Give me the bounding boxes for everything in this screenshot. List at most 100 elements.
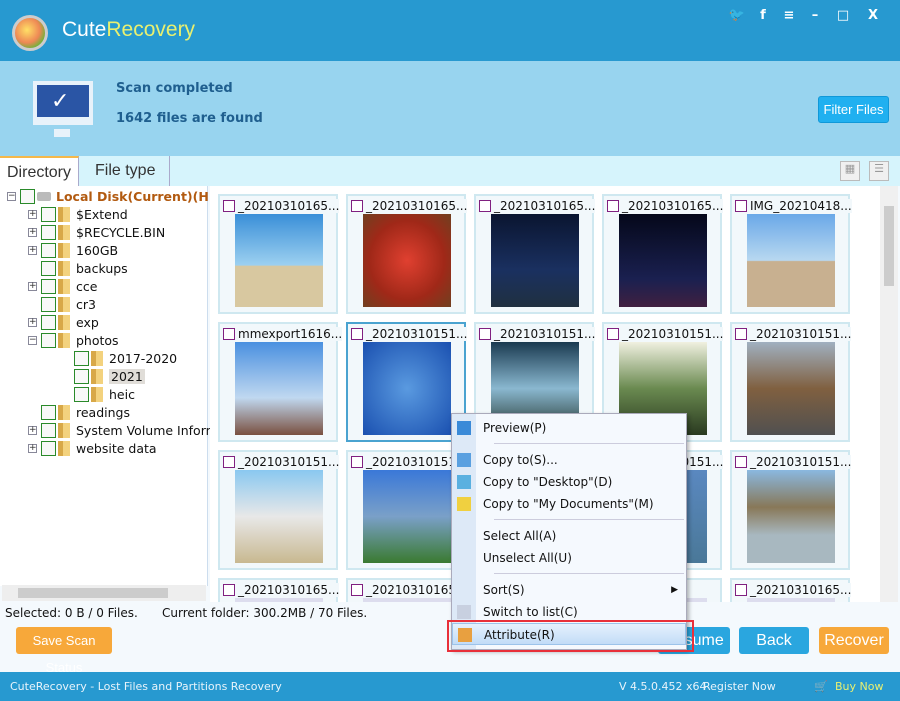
expand-toggle[interactable]: +	[28, 443, 37, 453]
twitter-icon[interactable]: 🐦	[726, 8, 748, 28]
checkbox[interactable]	[41, 332, 56, 348]
highlight-annotation	[447, 620, 694, 652]
checkbox[interactable]	[41, 314, 56, 330]
file-checkbox[interactable]	[223, 328, 235, 340]
checkbox[interactable]	[41, 296, 56, 312]
file-thumbnail[interactable]: _20210310165...	[602, 194, 724, 314]
file-thumbnail[interactable]: _20210310165...	[218, 578, 340, 602]
tab-directory[interactable]: Directory	[0, 156, 80, 186]
file-checkbox[interactable]	[479, 200, 491, 212]
buy-now-link[interactable]: Buy Now	[835, 672, 883, 701]
checkbox[interactable]	[41, 242, 56, 258]
checkbox[interactable]	[74, 350, 89, 366]
menu-item[interactable]: Sort(S) ▶	[452, 579, 686, 601]
tree-item[interactable]: + cce	[28, 277, 97, 295]
tree-item[interactable]: + website data	[28, 439, 157, 457]
checkbox[interactable]	[41, 224, 56, 240]
file-thumbnail[interactable]: _20210310151...	[346, 450, 468, 570]
file-thumbnail[interactable]: mmexport1616...	[218, 322, 343, 442]
tree-item[interactable]: + $RECYCLE.BIN	[28, 223, 165, 241]
checkbox[interactable]	[41, 440, 56, 456]
file-thumbnail[interactable]: _20210310151...	[346, 322, 468, 442]
expand-toggle[interactable]: +	[28, 227, 37, 237]
file-checkbox[interactable]	[223, 200, 235, 212]
footer-app-description: CuteRecovery - Lost Files and Partitions…	[10, 680, 282, 693]
expand-toggle[interactable]: +	[28, 281, 37, 291]
list-view-icon[interactable]: ☰	[869, 161, 889, 181]
file-thumbnail[interactable]: _20210310165...	[730, 578, 852, 602]
tab-file-type[interactable]: File type	[88, 156, 170, 186]
minimize-icon[interactable]: –	[804, 8, 826, 28]
file-thumbnail[interactable]: _20210310151...	[730, 322, 852, 442]
file-checkbox[interactable]	[735, 584, 747, 596]
thumbnail-view-icon[interactable]: ▦	[840, 161, 860, 181]
save-scan-status-button[interactable]: Save Scan Status	[16, 627, 112, 675]
menu-item[interactable]: Copy to(S)...	[452, 449, 686, 471]
checkbox[interactable]	[41, 404, 56, 420]
file-thumbnail[interactable]: _20210310151...	[730, 450, 852, 570]
file-checkbox[interactable]	[351, 584, 363, 596]
checkbox[interactable]	[74, 368, 89, 384]
filter-files-button[interactable]: Filter Files	[818, 96, 889, 123]
menu-icon[interactable]: ≡	[778, 8, 800, 28]
file-checkbox[interactable]	[479, 328, 491, 340]
expand-toggle[interactable]: +	[28, 317, 37, 327]
tree-root[interactable]: − Local Disk(Current)(H:)	[7, 187, 220, 205]
tree-item[interactable]: + exp	[28, 313, 99, 331]
file-checkbox[interactable]	[735, 328, 747, 340]
file-checkbox[interactable]	[735, 456, 747, 468]
files-found-count: 1642 files are found	[116, 111, 263, 126]
expand-toggle[interactable]: +	[28, 245, 37, 255]
facebook-icon[interactable]: f	[752, 8, 774, 28]
file-thumbnail[interactable]: _20210310165...	[346, 194, 468, 314]
tree-item[interactable]: readings	[28, 403, 130, 421]
tree-horizontal-scrollbar[interactable]	[2, 585, 206, 601]
expand-toggle[interactable]: −	[28, 335, 37, 345]
tree-item[interactable]: cr3	[28, 295, 96, 313]
menu-item[interactable]: Unselect All(U)	[452, 547, 686, 569]
photo-preview	[491, 214, 579, 307]
file-checkbox[interactable]	[607, 200, 619, 212]
menu-item[interactable]: Copy to "Desktop"(D)	[452, 471, 686, 493]
close-icon[interactable]: X	[862, 8, 884, 28]
recover-button[interactable]: Recover	[819, 627, 889, 654]
file-checkbox[interactable]	[223, 456, 235, 468]
tree-item[interactable]: 2017-2020	[61, 349, 177, 367]
checkbox[interactable]	[41, 260, 56, 276]
checkbox[interactable]	[74, 386, 89, 402]
tree-item[interactable]: +160GB	[28, 241, 118, 259]
file-thumbnail[interactable]: _20210310151...	[218, 450, 340, 570]
cart-icon[interactable]: 🛒	[814, 672, 828, 701]
tree-item[interactable]: + System Volume Informa	[28, 421, 225, 439]
file-checkbox[interactable]	[351, 456, 363, 468]
tree-item[interactable]: − photos	[28, 331, 119, 349]
register-now-link[interactable]: Register Now	[703, 672, 776, 701]
file-checkbox[interactable]	[735, 200, 747, 212]
photo-preview	[619, 214, 707, 307]
file-checkbox[interactable]	[351, 328, 363, 340]
file-checkbox[interactable]	[607, 328, 619, 340]
menu-item[interactable]: Copy to "My Documents"(M)	[452, 493, 686, 515]
checkbox[interactable]	[41, 422, 56, 438]
expand-toggle[interactable]: +	[28, 425, 37, 435]
expand-toggle[interactable]: +	[28, 209, 37, 219]
checkbox[interactable]	[41, 278, 56, 294]
back-button[interactable]: Back	[739, 627, 809, 654]
checkbox[interactable]	[41, 206, 56, 222]
grid-vertical-scrollbar[interactable]	[880, 186, 898, 602]
file-thumbnail[interactable]: IMG_20210418...	[730, 194, 852, 314]
tree-item[interactable]: backups	[28, 259, 128, 277]
photo-preview	[363, 342, 451, 435]
tree-item[interactable]: heic	[61, 385, 135, 403]
folder-icon	[457, 497, 471, 511]
menu-item[interactable]: Preview(P)	[452, 417, 686, 439]
file-checkbox[interactable]	[223, 584, 235, 596]
tree-item[interactable]: + $Extend	[28, 205, 128, 223]
file-thumbnail[interactable]: _20210310165...	[474, 194, 596, 314]
file-thumbnail[interactable]: _20210310165...	[218, 194, 340, 314]
file-thumbnail[interactable]: _20210310165...	[346, 578, 468, 602]
menu-item[interactable]: Select All(A)	[452, 525, 686, 547]
maximize-icon[interactable]: □	[832, 8, 854, 28]
tree-item[interactable]: 2021	[61, 367, 145, 385]
file-checkbox[interactable]	[351, 200, 363, 212]
